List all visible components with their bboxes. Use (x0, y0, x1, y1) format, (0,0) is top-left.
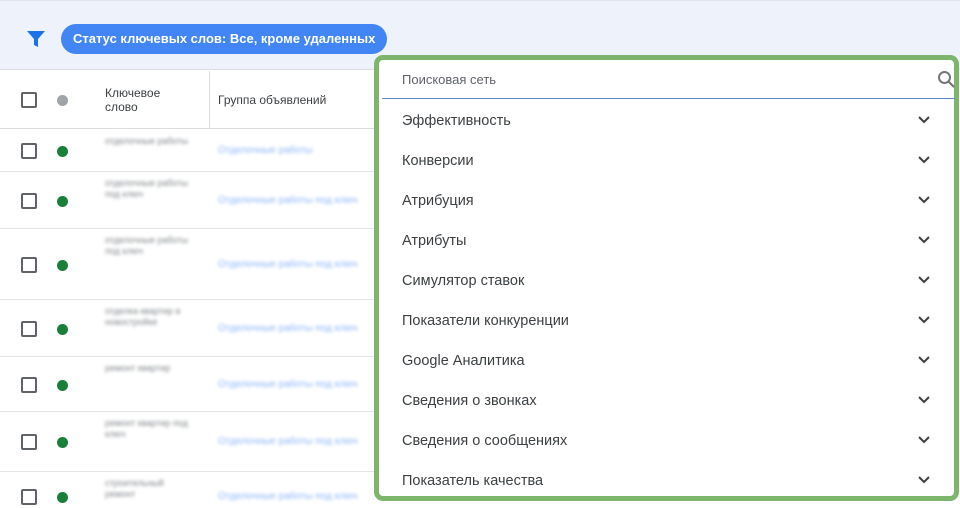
row-checkbox[interactable] (21, 321, 37, 337)
column-group-label: Google Аналитика (402, 353, 525, 369)
status-enabled-dot (57, 260, 68, 271)
column-group-item[interactable]: Эффективность (379, 101, 954, 141)
column-search-input[interactable] (402, 65, 922, 93)
ad-group-link[interactable]: Отделочные работы под ключ (218, 259, 368, 271)
chevron-down-icon[interactable] (917, 115, 931, 125)
chevron-down-icon[interactable] (917, 155, 931, 165)
column-group-label: Симулятор ставок (402, 273, 525, 289)
column-group-item[interactable]: Атрибуты (379, 221, 954, 261)
keyword-text: отделка квартир в новостройке (105, 306, 181, 327)
ad-group-link[interactable]: Отделочные работы под ключ (218, 379, 368, 391)
search-icon[interactable] (937, 70, 955, 88)
keyword-text: строительный ремонт (105, 478, 164, 499)
column-group-label: Сведения о звонках (402, 393, 537, 409)
ad-group-link[interactable]: Отделочные работы под ключ (218, 323, 368, 335)
row-checkbox[interactable] (21, 143, 37, 159)
row-checkbox[interactable] (21, 193, 37, 209)
keyword-text: отделочные работы под ключ (105, 178, 188, 199)
chevron-down-icon[interactable] (917, 195, 931, 205)
row-checkbox[interactable] (21, 377, 37, 393)
column-header-keyword[interactable]: Ключевое слово (105, 86, 185, 114)
ad-group-link[interactable]: Отделочные работы (218, 145, 368, 157)
keyword-text: отделочные работы (105, 136, 188, 146)
filter-icon[interactable] (26, 30, 46, 48)
status-enabled-dot (57, 146, 68, 157)
table-row[interactable]: ремонт квартир под ключ Отделочные работы… (0, 412, 380, 472)
column-group-item[interactable]: Сведения о звонках (379, 381, 954, 421)
table-row[interactable]: отделочные работы под ключ Отделочные раб… (0, 172, 380, 229)
chevron-down-icon[interactable] (917, 435, 931, 445)
column-search (382, 61, 955, 99)
status-column-icon (57, 95, 68, 106)
column-picker-dropdown: Эффективность Конверсии Атрибуция Атрибуты С… (374, 55, 959, 501)
chevron-down-icon[interactable] (917, 475, 931, 485)
table-row[interactable]: отделочные работы Отделочные работы (0, 130, 380, 172)
table-row[interactable]: отделка квартир в новостройке Отделочные … (0, 300, 380, 357)
status-enabled-dot (57, 492, 68, 503)
row-checkbox[interactable] (21, 257, 37, 273)
status-enabled-dot (57, 437, 68, 448)
column-group-item[interactable]: Конверсии (379, 141, 954, 181)
table-header: Ключевое слово Группа объявлений (0, 71, 380, 129)
column-group-item[interactable]: Показатели конкуренции (379, 301, 954, 341)
column-group-item[interactable]: Показатель качества (379, 461, 954, 501)
column-group-label: Атрибуты (402, 233, 467, 249)
column-header-ad-group[interactable]: Группа объявлений (218, 93, 326, 107)
keyword-text: ремонт квартир под ключ (105, 418, 188, 439)
table-row[interactable]: строительный ремонт Отделочные работы под… (0, 472, 380, 508)
column-group-label: Показатель качества (402, 473, 544, 489)
column-group-label: Эффективность (402, 113, 511, 129)
keyword-status-filter-chip[interactable]: Статус ключевых слов: Все, кроме удаленн… (61, 24, 388, 54)
ad-group-link[interactable]: Отделочные работы под ключ (218, 436, 368, 448)
table-row[interactable]: ремонт квартир Отделочные работы под ключ (0, 357, 380, 412)
keyword-text: ремонт квартир (105, 363, 171, 373)
status-enabled-dot (57, 196, 68, 207)
chevron-down-icon[interactable] (917, 235, 931, 245)
chevron-down-icon[interactable] (917, 355, 931, 365)
chevron-down-icon[interactable] (917, 395, 931, 405)
select-all-checkbox[interactable] (21, 92, 37, 108)
ad-group-link[interactable]: Отделочные работы под ключ (218, 195, 368, 207)
column-group-label: Атрибуция (402, 193, 474, 209)
column-group-item[interactable]: Сведения о сообщениях (379, 421, 954, 461)
keywords-table: Ключевое слово Группа объявлений отделоч… (0, 71, 380, 508)
chevron-down-icon[interactable] (917, 275, 931, 285)
ad-group-link[interactable]: Отделочные работы под ключ (218, 491, 368, 503)
column-group-item[interactable]: Google Аналитика (379, 341, 954, 381)
status-enabled-dot (57, 380, 68, 391)
column-group-label: Конверсии (402, 153, 474, 169)
table-row[interactable]: отделочные работы под ключ Отделочные раб… (0, 229, 380, 300)
status-enabled-dot (57, 324, 68, 335)
column-group-label: Сведения о сообщениях (402, 433, 568, 449)
column-group-item[interactable]: Атрибуция (379, 181, 954, 221)
column-divider (209, 71, 210, 129)
chevron-down-icon[interactable] (917, 315, 931, 325)
keyword-text: отделочные работы под ключ (105, 235, 188, 256)
column-group-item[interactable]: Симулятор ставок (379, 261, 954, 301)
column-group-label: Показатели конкуренции (402, 313, 569, 329)
row-checkbox[interactable] (21, 434, 37, 450)
row-checkbox[interactable] (21, 489, 37, 505)
